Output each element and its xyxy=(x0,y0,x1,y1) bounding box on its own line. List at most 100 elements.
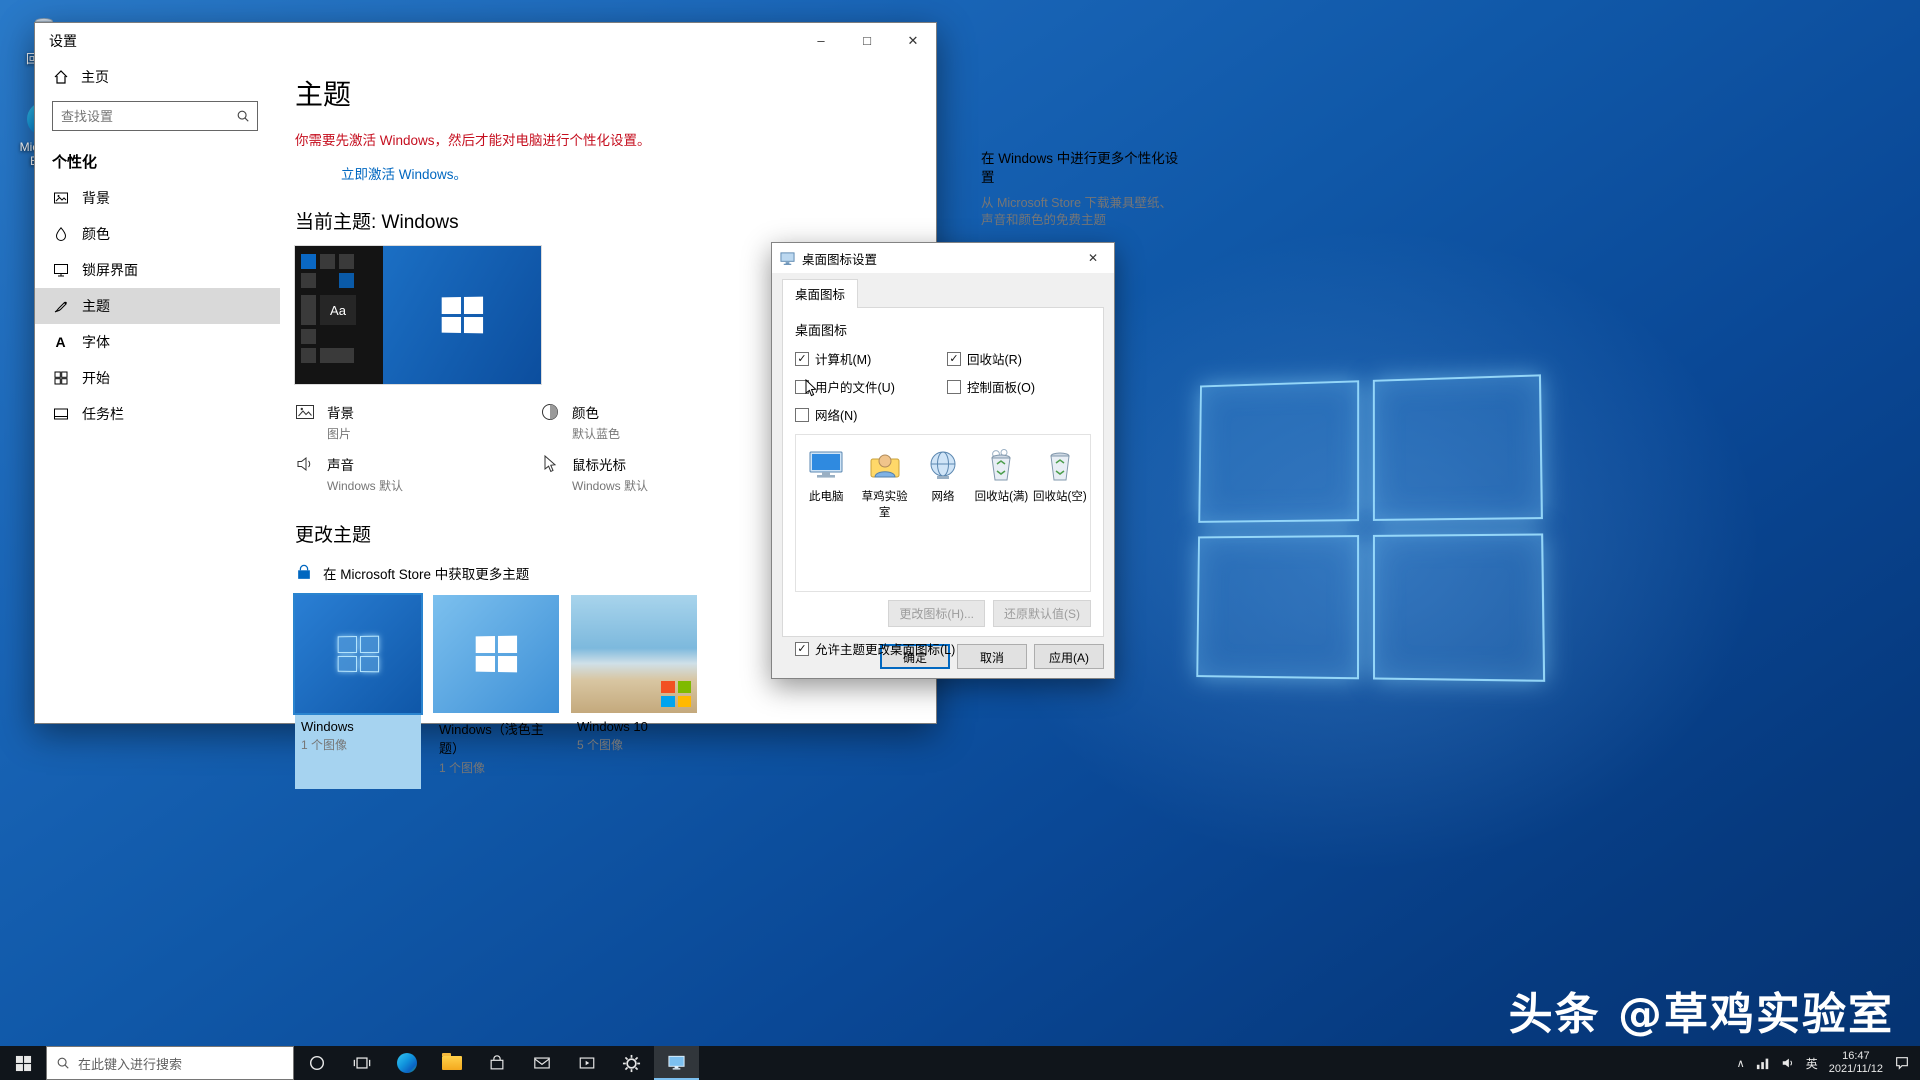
taskbar-edge-button[interactable] xyxy=(384,1046,429,1080)
checkbox-box[interactable] xyxy=(795,408,809,422)
background-icon xyxy=(52,190,69,206)
microsoft-store-button[interactable] xyxy=(474,1046,519,1080)
icon-user-folder[interactable]: 草鸡实验室 xyxy=(856,445,912,520)
cortana-button[interactable] xyxy=(294,1046,339,1080)
checkbox-control-panel[interactable]: 控制面板(O) xyxy=(947,377,1097,396)
movies-tv-button[interactable] xyxy=(564,1046,609,1080)
task-view-icon xyxy=(353,1054,371,1072)
taskbar: 在此键入进行搜索 ∧ 英 16:47 2021/11/12 xyxy=(0,1046,1920,1080)
theme-count: 1 个图像 xyxy=(439,759,559,776)
network-icon xyxy=(915,445,971,485)
sidebar-item-start[interactable]: 开始 xyxy=(35,360,280,396)
dialog-checkbox-grid: ✓ 计算机(M) ✓ 回收站(R) 用户的文件(U) 控制面板(O) 网络(N) xyxy=(795,349,1091,424)
sidebar-item-background[interactable]: 背景 xyxy=(35,180,280,216)
sidebar-item-fonts[interactable]: A 字体 xyxy=(35,324,280,360)
sidebar-item-label: 开始 xyxy=(82,368,110,388)
home-icon xyxy=(52,69,69,85)
network-icon[interactable] xyxy=(1756,1056,1770,1070)
logo-pane xyxy=(1373,533,1545,681)
dialog-close-button[interactable]: ✕ xyxy=(1072,243,1114,273)
checkbox-recycle-bin[interactable]: ✓ 回收站(R) xyxy=(947,349,1097,368)
checkbox-box[interactable]: ✓ xyxy=(947,352,961,366)
task-view-button[interactable] xyxy=(339,1046,384,1080)
checkbox-box[interactable]: ✓ xyxy=(795,352,809,366)
theme-tile-windows10[interactable]: Windows 10 5 个图像 xyxy=(571,595,697,753)
taskbar-search[interactable]: 在此键入进行搜索 xyxy=(46,1046,294,1080)
logo-pane xyxy=(1373,374,1543,521)
taskbar-search-placeholder: 在此键入进行搜索 xyxy=(78,1054,182,1073)
checkbox-box[interactable]: ✓ xyxy=(795,642,809,656)
logo-pane xyxy=(1196,535,1359,679)
sidebar-home-label: 主页 xyxy=(81,67,109,87)
display-settings-icon xyxy=(667,1053,686,1072)
sidebar-item-taskbar[interactable]: 任务栏 xyxy=(35,396,280,432)
sidebar-item-home[interactable]: 主页 xyxy=(35,59,280,95)
logo-pane xyxy=(1198,380,1359,523)
tray-clock[interactable]: 16:47 2021/11/12 xyxy=(1829,1050,1883,1076)
icon-recycle-empty[interactable]: 回收站(空) xyxy=(1032,445,1088,504)
search-icon xyxy=(56,1056,70,1070)
tab-desktop-icons[interactable]: 桌面图标 xyxy=(782,279,858,308)
theme-preview-startmenu: Aa xyxy=(295,246,383,384)
icon-network[interactable]: 网络 xyxy=(915,445,971,504)
maximize-button[interactable]: □ xyxy=(844,23,890,59)
activation-warning: 你需要先激活 Windows，然后才能对电脑进行个性化设置。 xyxy=(295,129,775,149)
search-icon[interactable] xyxy=(229,109,257,123)
file-explorer-button[interactable] xyxy=(429,1046,474,1080)
settings-search-input[interactable] xyxy=(53,109,229,124)
allow-theme-change-checkbox[interactable]: ✓ 允许主题更改桌面图标(L) xyxy=(795,639,1091,658)
sidebar-item-themes[interactable]: 主题 xyxy=(35,288,280,324)
restore-default-button: 还原默认值(S) xyxy=(993,600,1091,627)
start-menu-icon xyxy=(52,371,69,385)
icon-recycle-full[interactable]: 回收站(满) xyxy=(973,445,1029,504)
cursor-icon xyxy=(540,454,560,474)
windows-start-icon xyxy=(15,1055,32,1072)
theme-tile-windows[interactable]: Windows 1 个图像 xyxy=(295,595,421,789)
settings-sidebar: 主页 个性化 背景 颜色 xyxy=(35,59,280,723)
fonts-icon: A xyxy=(52,334,69,350)
checkbox-label: 控制面板(O) xyxy=(967,377,1035,396)
active-window-button[interactable] xyxy=(654,1046,699,1080)
settings-window-title: 设置 xyxy=(49,31,77,51)
start-button[interactable] xyxy=(0,1046,46,1080)
checkbox-label: 计算机(M) xyxy=(815,349,871,368)
lockscreen-icon xyxy=(52,262,69,278)
settings-search-box[interactable] xyxy=(52,101,258,131)
icon-label: 回收站(空) xyxy=(1032,488,1088,504)
checkbox-label: 用户的文件(U) xyxy=(815,377,895,396)
store-link-label: 在 Microsoft Store 中获取更多主题 xyxy=(323,563,529,583)
current-theme-label: 当前主题: Windows xyxy=(295,207,936,234)
volume-icon[interactable] xyxy=(1781,1056,1795,1070)
close-button[interactable]: ✕ xyxy=(890,23,936,59)
icon-this-pc[interactable]: 此电脑 xyxy=(798,445,854,504)
attr-value: 图片 xyxy=(327,425,354,442)
checkbox-label: 回收站(R) xyxy=(967,349,1022,368)
sidebar-item-colors[interactable]: 颜色 xyxy=(35,216,280,252)
minimize-button[interactable]: – xyxy=(798,23,844,59)
dialog-icon xyxy=(780,251,795,266)
dialog-icon-panel: 此电脑 草鸡实验室 网络 回收站(满) xyxy=(795,434,1091,592)
checkbox-network[interactable]: 网络(N) xyxy=(795,405,947,424)
settings-gear-button[interactable] xyxy=(609,1046,654,1080)
theme-count: 1 个图像 xyxy=(301,736,421,753)
language-indicator[interactable]: 英 xyxy=(1806,1055,1818,1072)
theme-tile-windows-light[interactable]: Windows（浅色主题） 1 个图像 xyxy=(433,595,559,776)
dialog-group-label: 桌面图标 xyxy=(795,320,1091,339)
watermark: 头条 @草鸡实验室 xyxy=(1509,978,1894,1042)
checkbox-box[interactable] xyxy=(947,380,961,394)
checkbox-computer[interactable]: ✓ 计算机(M) xyxy=(795,349,947,368)
activate-windows-link[interactable]: 立即激活 Windows。 xyxy=(341,163,467,183)
desktop-icon-settings-dialog: 桌面图标设置 ✕ 桌面图标 桌面图标 ✓ 计算机(M) ✓ 回收站(R) 用户的… xyxy=(771,242,1115,679)
tray-chevron-icon[interactable]: ∧ xyxy=(1737,1057,1745,1070)
system-tray: ∧ 英 16:47 2021/11/12 xyxy=(1737,1046,1920,1080)
mail-button[interactable] xyxy=(519,1046,564,1080)
notification-icon[interactable] xyxy=(1894,1055,1910,1071)
sidebar-item-lockscreen[interactable]: 锁屏界面 xyxy=(35,252,280,288)
theme-thumbnail xyxy=(433,595,559,713)
dialog-page: 桌面图标 ✓ 计算机(M) ✓ 回收站(R) 用户的文件(U) 控制面板(O) … xyxy=(782,307,1104,637)
recycle-bin-full-icon xyxy=(973,445,1029,485)
checkbox-label: 网络(N) xyxy=(815,405,857,424)
attr-sound: 声音 Windows 默认 xyxy=(295,454,540,494)
attr-label: 颜色 xyxy=(572,402,620,422)
mail-icon xyxy=(533,1054,551,1072)
